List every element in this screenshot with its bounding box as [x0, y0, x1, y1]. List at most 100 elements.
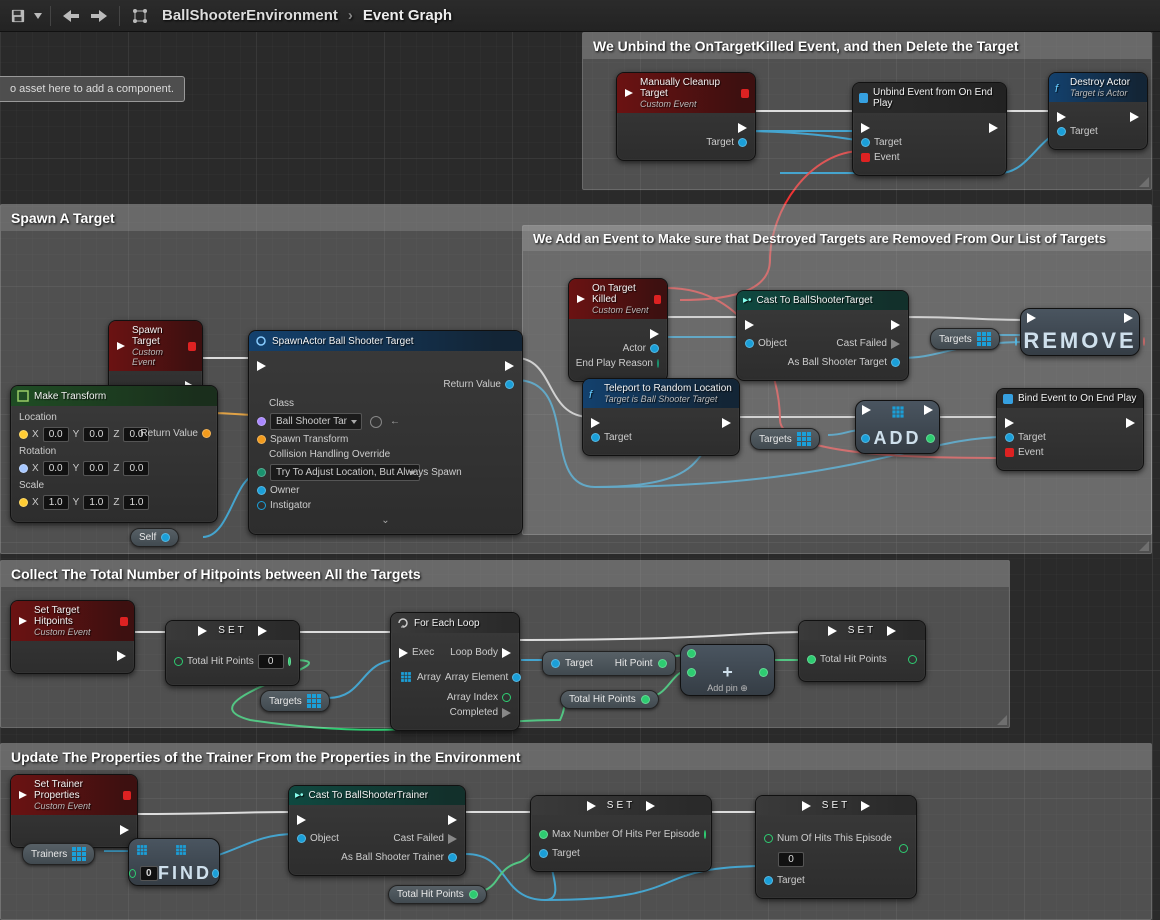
node-plus[interactable]: + Add pin ⊕ — [680, 644, 775, 696]
resize-handle[interactable] — [1139, 541, 1149, 551]
exec-in-pin[interactable] — [1057, 112, 1066, 122]
variable-total-hitpoints[interactable]: Total Hit Points — [560, 690, 659, 709]
maxhits-in-pin[interactable] — [539, 830, 548, 839]
variable-trainers[interactable]: Trainers — [22, 843, 95, 865]
menu-save-icon[interactable] — [6, 4, 30, 28]
exec-in-pin[interactable] — [862, 405, 871, 415]
node-foreach[interactable]: For Each Loop ExecLoop Body ArrayArray E… — [390, 612, 520, 731]
maxhits-out-pin[interactable] — [704, 830, 706, 839]
variable-targets-3[interactable]: Targets — [260, 690, 330, 712]
node-set-maxhits[interactable]: SET Max Number Of Hits Per Episode Targe… — [530, 795, 712, 872]
target-pin[interactable] — [539, 849, 548, 858]
exec-in-pin[interactable] — [861, 123, 870, 133]
exec-out-pin[interactable] — [650, 329, 659, 339]
add-pin-button[interactable]: Add pin — [707, 683, 738, 693]
exec-out-pin[interactable] — [887, 626, 896, 636]
index-out-pin[interactable] — [926, 434, 935, 443]
node-bind-event[interactable]: Bind Event to On End Play Target Event — [996, 388, 1144, 471]
as-trainer-pin[interactable] — [448, 853, 457, 862]
variable-self[interactable]: Self — [130, 528, 179, 547]
browse-button[interactable] — [370, 416, 382, 428]
body-out-pin[interactable] — [502, 648, 511, 658]
node-set-numhits[interactable]: SET Num Of Hits This Episode0 Target — [755, 795, 917, 899]
exec-out-pin[interactable] — [1130, 112, 1139, 122]
delegate-pin[interactable] — [123, 791, 131, 800]
location-pin[interactable] — [19, 430, 28, 439]
thp-in-pin[interactable] — [174, 657, 183, 666]
node-cast-target[interactable]: ▸•Cast To BallShooterTarget ObjectCast F… — [736, 290, 909, 381]
array-pin[interactable] — [401, 672, 411, 682]
numhits-out-pin[interactable] — [899, 844, 908, 853]
resize-handle[interactable] — [997, 715, 1007, 725]
target-out-pin[interactable] — [738, 138, 747, 147]
event-pin[interactable] — [1005, 448, 1014, 457]
numhits-in-pin[interactable] — [764, 834, 773, 843]
delegate-pin[interactable] — [741, 89, 749, 98]
node-set-thp-2[interactable]: SET Total Hit Points — [798, 620, 926, 682]
y-input[interactable]: 0.0 — [83, 461, 109, 476]
element-pin[interactable] — [512, 673, 521, 682]
target-pin[interactable] — [764, 876, 773, 885]
forward-button[interactable] — [87, 4, 111, 28]
thp-out-pin[interactable] — [908, 655, 917, 664]
class-pin[interactable] — [257, 417, 266, 426]
exec-out-pin[interactable] — [1126, 418, 1135, 428]
thp-out-pin[interactable] — [641, 695, 650, 704]
rotation-pin[interactable] — [19, 464, 28, 473]
variable-targets-2[interactable]: Targets — [750, 428, 820, 450]
target-pin[interactable] — [591, 433, 600, 442]
node-teleport[interactable]: fTeleport to Random LocationTarget is Ba… — [582, 378, 740, 456]
spawn-transform-pin[interactable] — [257, 435, 266, 444]
owner-pin[interactable] — [257, 486, 266, 495]
back-button[interactable] — [59, 4, 83, 28]
instigator-pin[interactable] — [257, 501, 266, 510]
actor-pin[interactable] — [650, 344, 659, 353]
z-input[interactable]: 1.0 — [123, 495, 149, 510]
chevron-down-icon[interactable] — [34, 13, 42, 19]
object-pin[interactable] — [297, 834, 306, 843]
class-select[interactable]: Ball Shooter Tar — [270, 413, 362, 430]
thp-out-pin[interactable] — [288, 657, 291, 666]
thp-out-pin[interactable] — [469, 890, 478, 899]
exec-in-pin[interactable] — [297, 815, 306, 825]
target-in-pin[interactable] — [551, 659, 560, 668]
exec-out-pin[interactable] — [1124, 313, 1133, 323]
index-pin[interactable] — [502, 693, 511, 702]
as-target-pin[interactable] — [891, 358, 900, 367]
variable-hitpoint[interactable]: Target Hit Point — [542, 651, 676, 676]
cast-failed-pin[interactable] — [448, 834, 457, 844]
exec-in-pin[interactable] — [587, 801, 596, 811]
node-find[interactable]: 0FIND — [128, 838, 220, 886]
b-pin[interactable] — [687, 668, 696, 677]
exec-in-pin[interactable] — [257, 361, 266, 371]
delegate-pin[interactable] — [120, 617, 128, 626]
value-input[interactable]: 0 — [778, 852, 804, 867]
x-input[interactable]: 0.0 — [43, 427, 69, 442]
node-spawnactor[interactable]: SpawnActor Ball Shooter Target Return Va… — [248, 330, 523, 535]
epr-pin[interactable] — [657, 359, 659, 368]
z-input[interactable]: 0.0 — [123, 461, 149, 476]
exec-in-pin[interactable] — [1005, 418, 1014, 428]
exec-out-pin[interactable] — [448, 815, 457, 825]
item-in-pin[interactable] — [861, 434, 870, 443]
cast-failed-pin[interactable] — [891, 339, 900, 349]
exec-out-pin[interactable] — [738, 123, 747, 133]
node-destroy-actor[interactable]: f Destroy Actor Target is Actor Target — [1048, 72, 1148, 150]
hitpoint-out-pin[interactable] — [658, 659, 667, 668]
exec-in-pin[interactable] — [745, 320, 754, 330]
exec-out-pin[interactable] — [722, 418, 731, 428]
exec-in-pin[interactable] — [828, 626, 837, 636]
exec-out-pin[interactable] — [924, 405, 933, 415]
index-input[interactable]: 0 — [140, 866, 158, 881]
object-pin[interactable] — [745, 339, 754, 348]
exec-in-pin[interactable] — [591, 418, 600, 428]
scale-pin[interactable] — [19, 498, 28, 507]
blueprint-icon[interactable] — [128, 4, 152, 28]
y-input[interactable]: 1.0 — [83, 495, 109, 510]
exec-out-pin[interactable] — [258, 626, 267, 636]
exec-out-pin[interactable] — [891, 320, 900, 330]
collision-pin[interactable] — [257, 468, 266, 477]
thp-in-pin[interactable] — [807, 655, 816, 664]
node-set-target-hitpoints[interactable]: Set Target HitpointsCustom Event — [10, 600, 135, 674]
breadcrumb-root[interactable]: BallShooterEnvironment — [162, 7, 338, 24]
